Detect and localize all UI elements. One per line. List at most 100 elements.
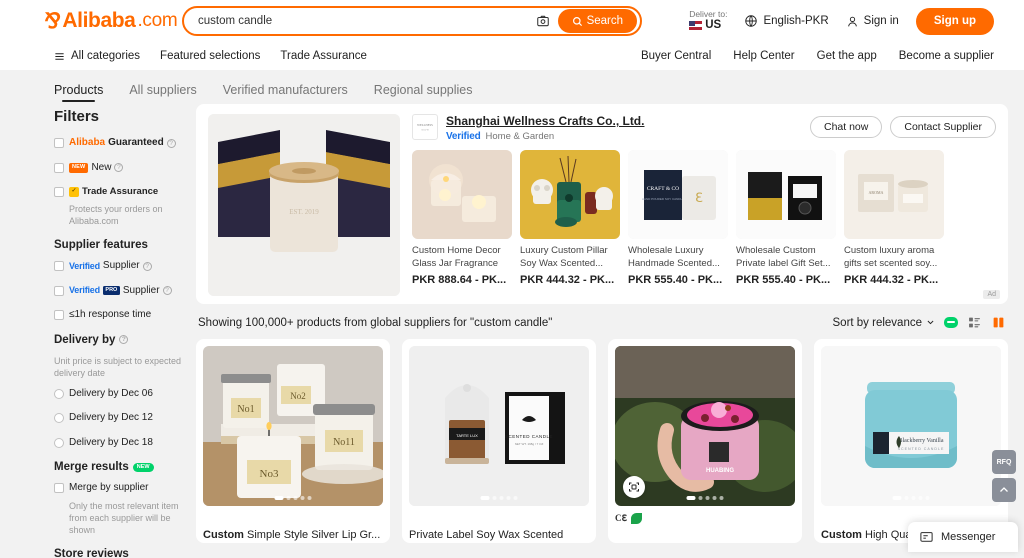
- carousel-dot[interactable]: [904, 496, 909, 500]
- filter-verified-pro-supplier[interactable]: Verified PRO Supplier ?: [54, 285, 186, 298]
- carousel-dot[interactable]: [492, 496, 497, 500]
- carousel-dot[interactable]: [307, 496, 312, 500]
- carousel-dot[interactable]: [925, 496, 930, 500]
- search-input[interactable]: [198, 15, 534, 27]
- filter-trade-assurance[interactable]: ✓ Trade Assurance: [54, 186, 186, 198]
- image-carousel-dots[interactable]: [686, 496, 724, 500]
- verified-badge: Verified: [446, 131, 481, 142]
- filter-alibaba-guaranteed[interactable]: Alibaba Guaranteed ?: [54, 137, 186, 150]
- help-center-link[interactable]: Help Center: [733, 50, 794, 62]
- info-icon[interactable]: ?: [166, 138, 176, 148]
- product-card[interactable]: No1 No2 No11 No3 Custom Simple Style Sil…: [196, 339, 390, 543]
- supplier-name-link[interactable]: Shanghai Wellness Crafts Co., Ltd.: [446, 114, 644, 128]
- buyer-central-link[interactable]: Buyer Central: [641, 50, 711, 62]
- chat-filter-badge[interactable]: [944, 317, 958, 328]
- ad-product-card[interactable]: Luxury Custom Pillar Soy Wax Scented... …: [520, 150, 620, 286]
- info-icon[interactable]: ?: [142, 261, 152, 271]
- checkbox-icon[interactable]: [54, 162, 64, 173]
- messenger-widget[interactable]: Messenger: [908, 522, 1018, 552]
- info-icon[interactable]: ?: [162, 286, 172, 296]
- product-card[interactable]: HUABING Cℇ: [608, 339, 802, 543]
- language-currency-selector[interactable]: English-PKR: [744, 14, 829, 28]
- checkbox-icon[interactable]: [54, 285, 64, 296]
- carousel-dot[interactable]: [300, 496, 305, 500]
- tab-regional-supplies[interactable]: Regional supplies: [374, 83, 473, 104]
- product-badges: Cℇ: [615, 512, 795, 524]
- filter-verified-supplier[interactable]: Verified Supplier ?: [54, 260, 186, 273]
- tab-products[interactable]: Products: [54, 83, 103, 104]
- trade-assurance-link[interactable]: Trade Assurance: [280, 50, 367, 62]
- scroll-to-top-button[interactable]: [992, 478, 1016, 502]
- product-title: Custom Simple Style Silver Lip Gr...: [203, 528, 383, 542]
- info-icon[interactable]: ?: [114, 163, 124, 173]
- header-nav-left: All categories Featured selections Trade…: [16, 50, 367, 62]
- search-button[interactable]: Search: [557, 9, 637, 33]
- carousel-dot[interactable]: [499, 496, 504, 500]
- radio-icon[interactable]: [54, 388, 64, 399]
- search-bar[interactable]: Search: [182, 6, 642, 36]
- ad-product-price: PKR 444.32 - PK...: [520, 274, 615, 286]
- featured-selections-link[interactable]: Featured selections: [160, 50, 260, 62]
- checkbox-icon[interactable]: [54, 138, 64, 148]
- sign-up-button[interactable]: Sign up: [915, 7, 994, 35]
- filter-delivery-dec-12[interactable]: Delivery by Dec 12: [54, 412, 186, 425]
- checkbox-icon[interactable]: [54, 261, 64, 272]
- product-card[interactable]: Blackberry Vanilla SCENTED CANDLE Custom…: [814, 339, 1008, 543]
- checkbox-icon[interactable]: [54, 310, 64, 321]
- carousel-dot-active[interactable]: [480, 496, 490, 500]
- carousel-dot[interactable]: [719, 496, 724, 500]
- filter-response-time[interactable]: ≤1h response time: [54, 309, 186, 322]
- radio-icon[interactable]: [54, 437, 64, 448]
- ad-product-card[interactable]: Custom Home Decor Glass Jar Fragrance Oi…: [412, 150, 512, 286]
- contact-supplier-button[interactable]: Contact Supplier: [890, 116, 996, 138]
- sign-in-link[interactable]: Sign in: [846, 15, 899, 28]
- carousel-dot[interactable]: [286, 496, 291, 500]
- ad-product-title: Custom Home Decor Glass Jar Fragrance Oi…: [412, 245, 501, 269]
- list-view-icon[interactable]: [967, 315, 982, 330]
- carousel-dot[interactable]: [918, 496, 923, 500]
- carousel-dot[interactable]: [293, 496, 298, 500]
- chat-now-button[interactable]: Chat now: [810, 116, 883, 138]
- carousel-dot[interactable]: [712, 496, 717, 500]
- ad-hero-image[interactable]: EST. 2019: [208, 114, 400, 296]
- supplier-header: WELLNESS CRAFTS Shanghai Wellness Crafts…: [412, 114, 996, 142]
- grid-view-icon[interactable]: [991, 315, 1006, 330]
- info-icon[interactable]: ?: [119, 335, 129, 345]
- product-card[interactable]: TARTE LUX SCENTED CANDLE NET WT. 198g / …: [402, 339, 596, 543]
- image-carousel-dots[interactable]: [480, 496, 518, 500]
- tab-verified-manufacturers[interactable]: Verified manufacturers: [223, 83, 348, 104]
- checkbox-icon[interactable]: [54, 187, 64, 197]
- image-carousel-dots[interactable]: [892, 496, 930, 500]
- all-categories-menu[interactable]: All categories: [54, 50, 140, 62]
- filter-delivery-dec-06[interactable]: Delivery by Dec 06: [54, 388, 186, 401]
- filter-new[interactable]: NEW New ?: [54, 162, 186, 175]
- carousel-dot-active[interactable]: [892, 496, 902, 500]
- carousel-dot[interactable]: [698, 496, 703, 500]
- carousel-dot[interactable]: [513, 496, 518, 500]
- carousel-dot[interactable]: [705, 496, 710, 500]
- supplier-logo[interactable]: WELLNESS CRAFTS: [412, 114, 438, 140]
- sort-dropdown[interactable]: Sort by relevance: [833, 317, 936, 329]
- ad-product-card[interactable]: Wholesale Custom Private label Gift Set.…: [736, 150, 836, 286]
- filter-delivery-dec-18[interactable]: Delivery by Dec 18: [54, 437, 186, 450]
- filter-merge-by-supplier[interactable]: Merge by supplier: [54, 482, 186, 495]
- ad-product-card[interactable]: CRAFT & CO HAND POURED SOY CANDLE ℇ Whol…: [628, 150, 728, 286]
- carousel-dot-active[interactable]: [274, 496, 284, 500]
- visual-search-icon[interactable]: [623, 476, 645, 498]
- image-carousel-dots[interactable]: [274, 496, 312, 500]
- become-a-supplier-link[interactable]: Become a supplier: [899, 50, 994, 62]
- get-the-app-link[interactable]: Get the app: [817, 50, 877, 62]
- ad-product-card[interactable]: AROMA Custom luxury aroma gifts set scen…: [844, 150, 944, 286]
- radio-icon[interactable]: [54, 413, 64, 424]
- tab-all-suppliers[interactable]: All suppliers: [129, 83, 196, 104]
- rfq-button[interactable]: RFQ: [992, 450, 1016, 474]
- camera-search-icon[interactable]: [534, 12, 552, 30]
- language-label: English-PKR: [763, 15, 829, 27]
- deliver-to-selector[interactable]: Deliver to: US: [689, 9, 727, 33]
- product-image: HUABING: [615, 346, 795, 506]
- alibaba-logo[interactable]: ⅋ Alibaba .com: [16, 9, 177, 33]
- carousel-dot[interactable]: [911, 496, 916, 500]
- carousel-dot-active[interactable]: [686, 496, 696, 500]
- checkbox-icon[interactable]: [54, 483, 64, 494]
- carousel-dot[interactable]: [506, 496, 511, 500]
